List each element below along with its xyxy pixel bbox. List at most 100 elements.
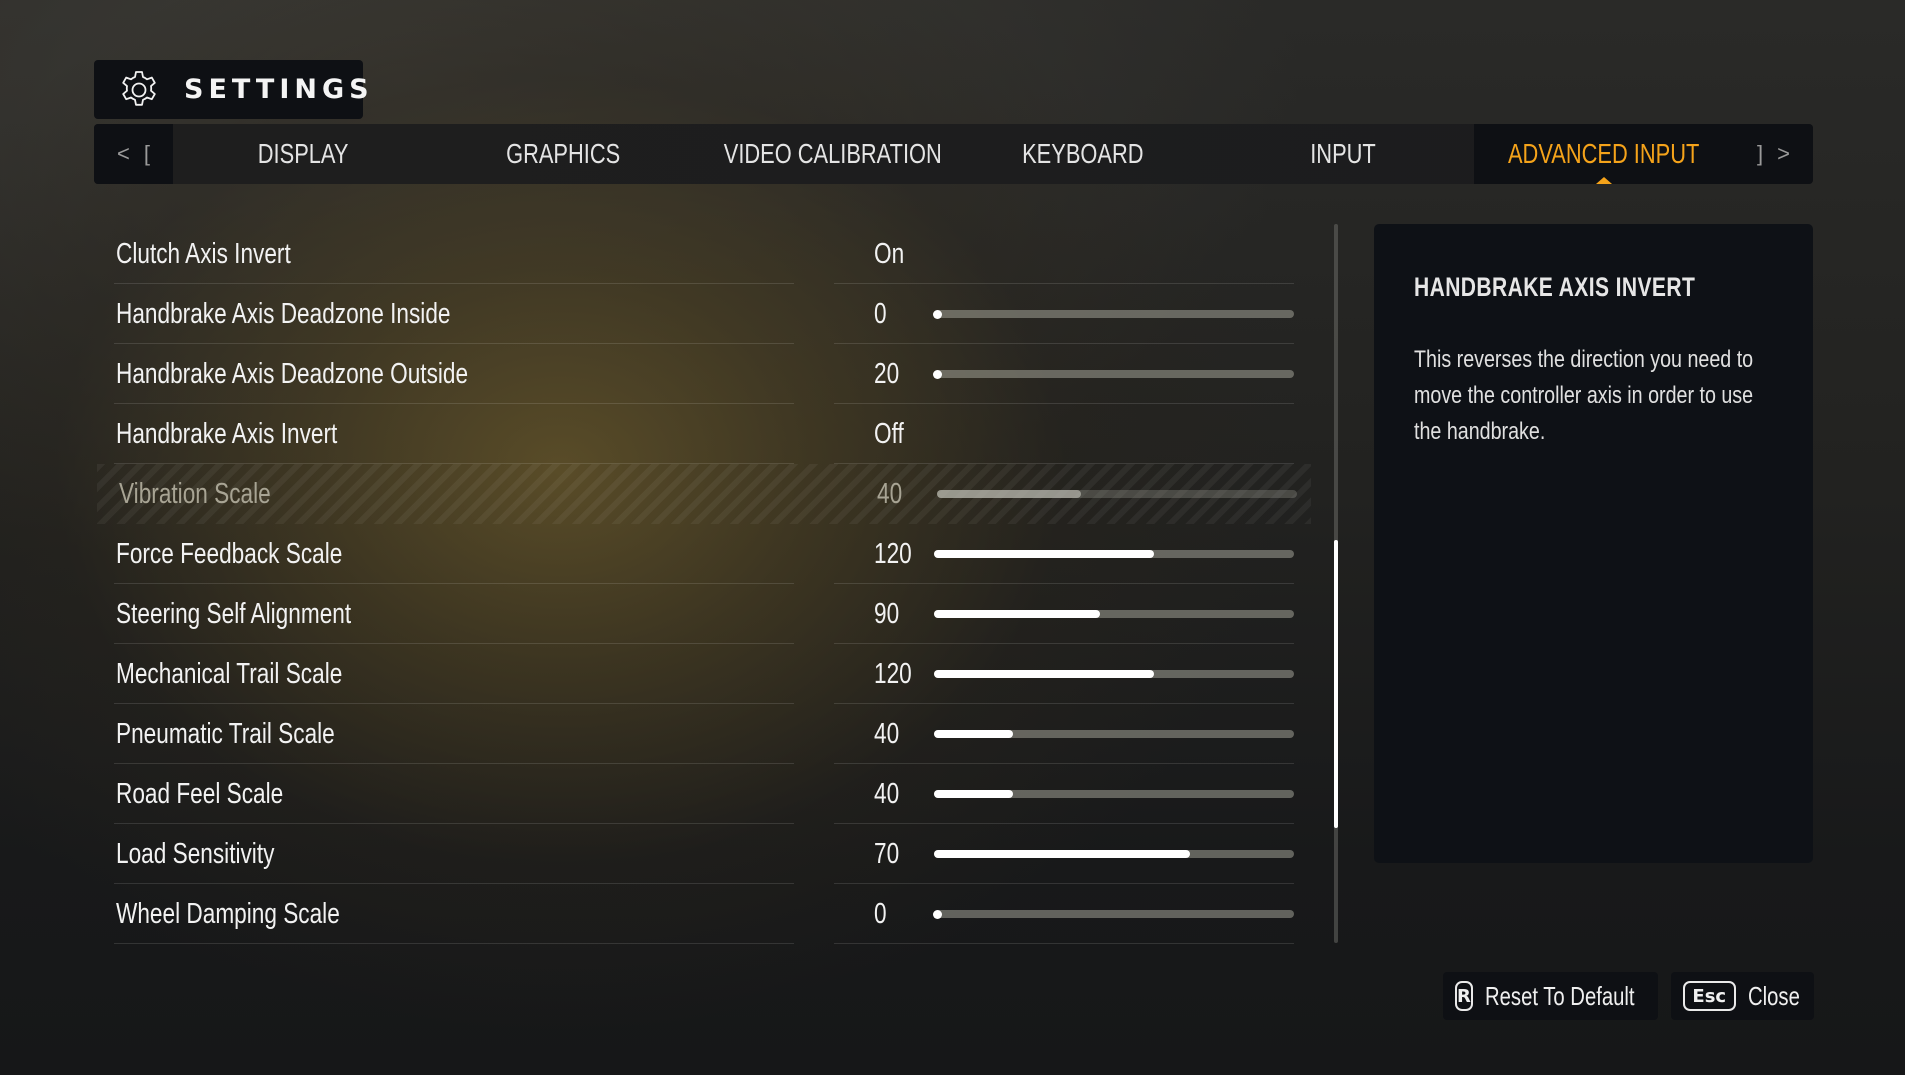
setting-label: Steering Self Alignment: [116, 584, 417, 644]
setting-value-text: 120: [874, 658, 912, 690]
next-tab-button[interactable]: ] >: [1734, 124, 1813, 184]
slider-handle[interactable]: [933, 309, 942, 319]
setting-row-pneumatic-trail-scale[interactable]: Pneumatic Trail Scale 40: [94, 704, 1314, 764]
slider-track[interactable]: [933, 909, 1294, 919]
setting-row-wheel-damping-scale[interactable]: Wheel Damping Scale 0: [94, 884, 1314, 944]
description-body: This reverses the direction you need to …: [1414, 346, 1754, 445]
slider-track[interactable]: [934, 850, 1294, 858]
scrollbar-thumb[interactable]: [1334, 540, 1338, 828]
setting-value: 70: [874, 824, 906, 884]
tab-display[interactable]: DISPLAY: [173, 124, 433, 184]
setting-value: 120: [874, 644, 922, 704]
tab-label: INPUT: [1310, 138, 1376, 169]
setting-value-text: 90: [874, 598, 900, 630]
setting-row-road-feel-scale[interactable]: Road Feel Scale 40: [94, 764, 1314, 824]
setting-value: 0: [874, 884, 890, 944]
setting-row-load-sensitivity[interactable]: Load Sensitivity 70: [94, 824, 1314, 884]
slider-handle[interactable]: [933, 909, 942, 919]
tab-input[interactable]: INPUT: [1213, 124, 1473, 184]
tab-video-calibration[interactable]: VIDEO CALIBRATION: [693, 124, 953, 184]
description-title-text: HANDBRAKE AXIS INVERT: [1414, 272, 1696, 302]
setting-row-handbrake-axis-deadzone-outside[interactable]: Handbrake Axis Deadzone Outside 20: [94, 344, 1314, 404]
setting-label: Pneumatic Trail Scale: [116, 704, 396, 764]
row-divider: [834, 943, 1294, 944]
tab-label: ADVANCED INPUT: [1508, 138, 1700, 169]
description-panel: HANDBRAKE AXIS INVERT This reverses the …: [1374, 224, 1813, 863]
slider-fill: [937, 490, 1081, 498]
setting-label-text: Load Sensitivity: [116, 838, 275, 870]
setting-value-text: 40: [874, 718, 900, 750]
tab-graphics[interactable]: GRAPHICS: [433, 124, 693, 184]
settings-list: Clutch Axis Invert On Handbrake Axis Deadz…: [94, 224, 1314, 944]
setting-label-text: Handbrake Axis Deadzone Outside: [116, 358, 469, 390]
reset-label-text: Reset To Default: [1484, 980, 1635, 1011]
setting-label-text: Clutch Axis Invert: [116, 238, 291, 270]
tab-keyboard[interactable]: KEYBOARD: [953, 124, 1213, 184]
slider-track[interactable]: [934, 730, 1294, 738]
tab-advanced-input[interactable]: ADVANCED INPUT: [1474, 124, 1734, 184]
slider-track[interactable]: [933, 369, 1294, 379]
setting-value: 20: [874, 344, 906, 404]
setting-value-text: 20: [874, 358, 900, 390]
slider-track[interactable]: [934, 670, 1294, 678]
setting-value-text: On: [874, 238, 905, 270]
setting-label-text: Handbrake Axis Deadzone Inside: [116, 298, 451, 330]
chevron-left-icon: <: [117, 141, 130, 166]
setting-value: 40: [874, 704, 906, 764]
slider-fill: [934, 790, 1014, 798]
setting-value: 90: [874, 584, 906, 644]
key-r-icon: R: [1455, 981, 1473, 1011]
setting-row-handbrake-axis-invert[interactable]: Handbrake Axis Invert Off: [94, 404, 1314, 464]
tab-label: GRAPHICS: [505, 138, 621, 169]
setting-label-text: Wheel Damping Scale: [116, 898, 340, 930]
setting-row-steering-self-alignment[interactable]: Steering Self Alignment 90: [94, 584, 1314, 644]
setting-value: On: [874, 224, 913, 284]
setting-row-clutch-axis-invert[interactable]: Clutch Axis Invert On: [94, 224, 1314, 284]
setting-value-text: 70: [874, 838, 900, 870]
slider-track[interactable]: [934, 790, 1294, 798]
slider-fill: [934, 550, 1154, 558]
setting-row-mechanical-trail-scale[interactable]: Mechanical Trail Scale 120: [94, 644, 1314, 704]
setting-label: Vibration Scale: [119, 464, 314, 524]
slider-fill: [934, 730, 1014, 738]
setting-row-force-feedback-scale[interactable]: Force Feedback Scale 120: [94, 524, 1314, 584]
slider-track[interactable]: [934, 550, 1294, 558]
setting-value: 0: [874, 284, 890, 344]
setting-value: Off: [874, 404, 912, 464]
setting-value-text: 0: [874, 298, 887, 330]
tab-bar: < [ DISPLAY GRAPHICS VIDEO CALIBRATION K…: [94, 124, 1813, 184]
row-divider: [114, 943, 794, 944]
setting-label: Mechanical Trail Scale: [116, 644, 406, 704]
setting-label: Handbrake Axis Invert: [116, 404, 400, 464]
close-button[interactable]: Esc Close: [1671, 972, 1814, 1020]
reset-to-default-button[interactable]: R Reset To Default: [1443, 972, 1658, 1020]
setting-value-text: 120: [874, 538, 912, 570]
setting-value-text: Off: [874, 418, 904, 450]
gear-icon: [122, 71, 156, 106]
setting-label-text: Road Feel Scale: [116, 778, 284, 810]
setting-value: 120: [874, 524, 922, 584]
setting-label: Handbrake Axis Deadzone Outside: [116, 344, 567, 404]
tab-label: VIDEO CALIBRATION: [723, 138, 942, 169]
slider-handle[interactable]: [933, 369, 942, 379]
setting-label: Road Feel Scale: [116, 764, 330, 824]
key-hint-left-bracket: [: [143, 141, 150, 166]
slider-fill: [934, 670, 1154, 678]
scrollbar[interactable]: [1334, 224, 1338, 943]
slider-track[interactable]: [934, 610, 1294, 618]
setting-value-text: 0: [874, 898, 887, 930]
key-esc-icon: Esc: [1683, 981, 1736, 1011]
setting-row-vibration-scale[interactable]: Vibration Scale 40: [97, 464, 1311, 524]
slider-fill: [934, 850, 1190, 858]
setting-label: Clutch Axis Invert: [116, 224, 340, 284]
slider-fill: [934, 610, 1100, 618]
setting-row-handbrake-axis-deadzone-inside[interactable]: Handbrake Axis Deadzone Inside 0: [94, 284, 1314, 344]
setting-label: Load Sensitivity: [116, 824, 319, 884]
setting-label-text: Handbrake Axis Invert: [116, 418, 338, 450]
prev-tab-button[interactable]: < [: [94, 124, 173, 184]
slider-track[interactable]: [937, 490, 1297, 498]
setting-value: 40: [874, 764, 906, 824]
setting-value-text: 40: [874, 778, 900, 810]
chevron-right-icon: >: [1777, 141, 1790, 166]
slider-track[interactable]: [933, 309, 1294, 319]
